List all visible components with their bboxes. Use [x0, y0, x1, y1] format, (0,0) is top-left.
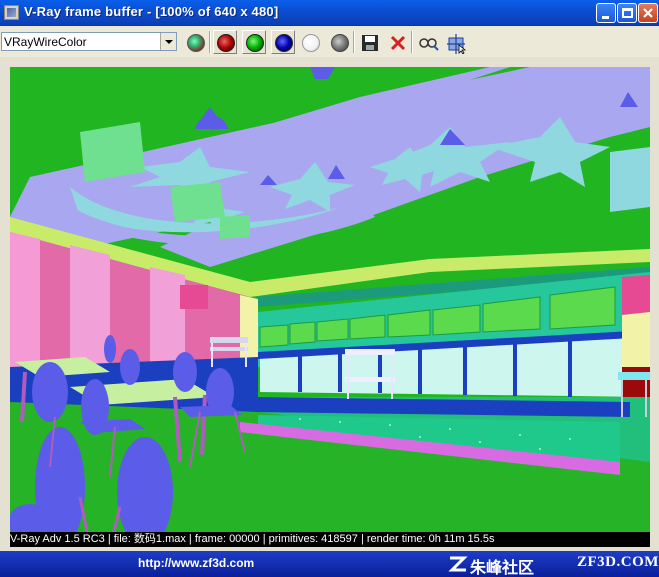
watermark-name-cn: 朱峰社区	[470, 558, 535, 577]
alpha-channel-button[interactable]	[298, 30, 322, 54]
clear-button[interactable]	[385, 30, 409, 54]
watermark-site: ZF3D.COM	[577, 554, 659, 570]
maximize-icon	[622, 8, 633, 18]
track-mouse-icon	[419, 38, 439, 51]
green-channel-button[interactable]	[242, 30, 266, 54]
blue-channel-button[interactable]	[271, 30, 295, 54]
monochrome-icon	[331, 34, 349, 52]
channel-select-value: VRayWireColor	[4, 35, 87, 49]
alpha-channel-icon	[302, 34, 320, 52]
close-button[interactable]	[638, 3, 658, 23]
track-mouse-button[interactable]	[415, 30, 439, 54]
clear-icon	[390, 35, 406, 51]
region-render-icon	[447, 34, 467, 54]
maximize-button[interactable]	[617, 3, 637, 23]
window-title: V-Ray frame buffer - [100% of 640 x 480]	[24, 4, 279, 19]
monochrome-button[interactable]	[327, 30, 351, 54]
watermark-url: http://www.zf3d.com	[138, 556, 255, 570]
status-bar: V-Ray Adv 1.5 RC3 | file: 数码1.max | fram…	[10, 532, 650, 547]
minimize-button[interactable]	[596, 3, 616, 23]
vray-app-icon[interactable]	[4, 5, 19, 20]
rgb-channels-icon	[187, 34, 205, 52]
chevron-down-icon[interactable]	[160, 33, 176, 50]
save-icon	[362, 35, 378, 51]
rendered-image	[10, 67, 650, 547]
minimize-icon	[602, 16, 609, 19]
channel-select[interactable]: VRayWireColor	[1, 32, 177, 51]
rgb-channels-button[interactable]	[183, 30, 207, 54]
red-channel-button[interactable]	[213, 30, 237, 54]
toolbar-separator	[209, 31, 211, 53]
toolbar-separator	[353, 31, 355, 53]
close-icon	[643, 8, 653, 18]
render-viewport[interactable]	[10, 67, 650, 547]
zf3d-logo-icon	[448, 556, 468, 572]
render-frame: V-Ray Adv 1.5 RC3 | file: 数码1.max | fram…	[0, 57, 659, 551]
green-channel-icon	[246, 34, 264, 52]
toolbar-separator	[411, 31, 413, 53]
watermark-bar: http://www.zf3d.com 朱峰社区 ZF3D.COM	[0, 551, 659, 577]
blue-channel-icon	[275, 34, 293, 52]
save-button[interactable]	[357, 30, 381, 54]
toolbar: VRayWireColor	[0, 26, 659, 57]
region-render-button[interactable]	[443, 30, 467, 54]
red-channel-icon	[217, 34, 235, 52]
title-bar: V-Ray frame buffer - [100% of 640 x 480]	[0, 0, 659, 26]
